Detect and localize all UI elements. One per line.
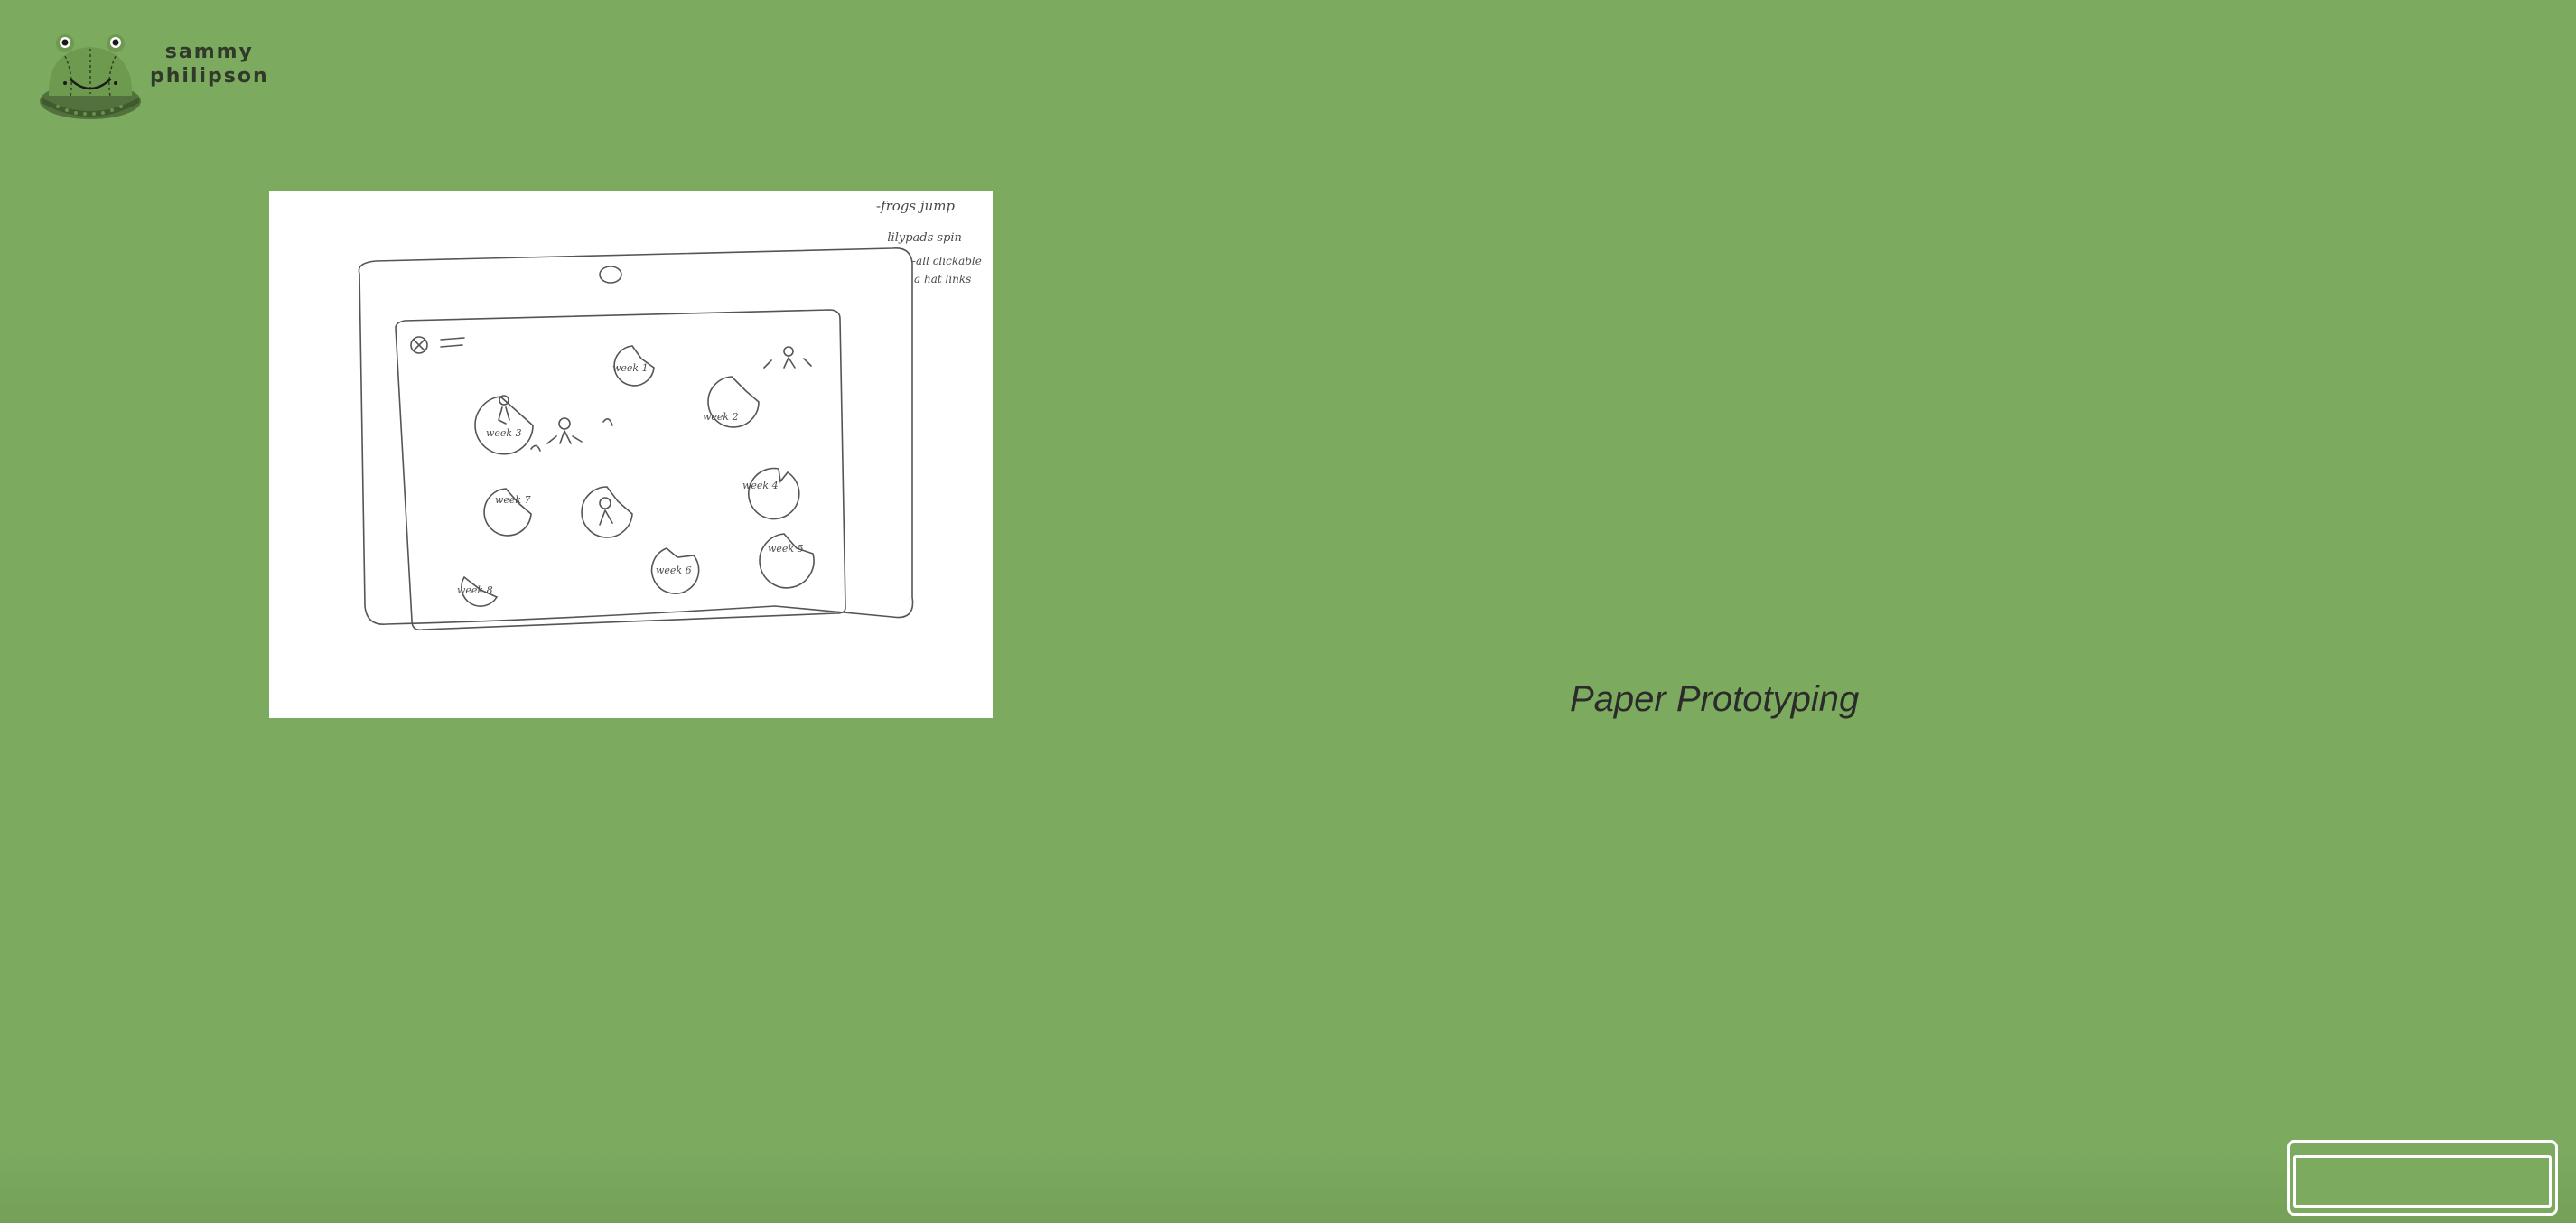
sketch-note-3: -all clickable xyxy=(912,255,982,267)
sketch-note-1: -frogs jump xyxy=(876,198,955,214)
paper-prototype-sketch: -frogs jump -lilypads spin -all clickabl… xyxy=(269,191,993,718)
lilypad-label: week 3 xyxy=(486,427,522,439)
logo-name-line1: sammy xyxy=(164,41,254,63)
frog-hat-icon xyxy=(40,34,141,119)
widget-inner-box[interactable] xyxy=(2293,1155,2552,1208)
sketch-note-2: -lilypads spin xyxy=(883,231,962,245)
lilypad-label: week 5 xyxy=(768,543,804,555)
lilypad-label: week 1 xyxy=(612,362,649,374)
bottom-widget[interactable] xyxy=(2287,1140,2558,1216)
lilypad-label: week 4 xyxy=(742,480,779,491)
lilypad-label: week 6 xyxy=(656,565,692,576)
paper-prototype-image: -frogs jump -lilypads spin -all clickabl… xyxy=(269,191,993,718)
lilypad-label: week 8 xyxy=(457,584,493,596)
logo-name-line2: philipson xyxy=(150,65,269,88)
lilypad-label: week 2 xyxy=(703,411,739,423)
site-logo[interactable]: sammy philipson xyxy=(38,31,269,123)
lilypad-label: week 7 xyxy=(495,494,531,506)
page-caption: Paper Prototyping xyxy=(1570,679,1860,719)
sketch-note-4: a hat links xyxy=(914,273,971,285)
logo-name: sammy philipson xyxy=(150,40,269,89)
